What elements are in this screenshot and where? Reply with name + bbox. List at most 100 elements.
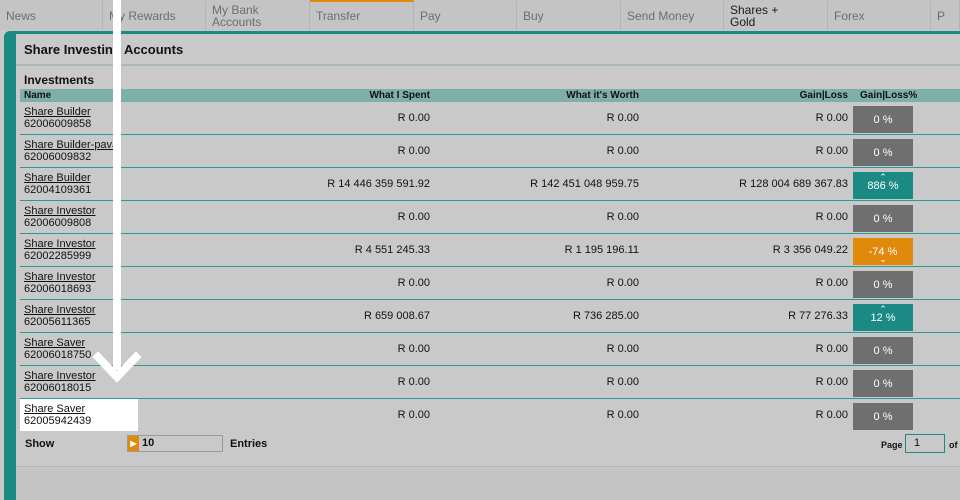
gain-pct-badge: 0 % [853,337,913,364]
gain-pct-badge: 0 % [853,403,913,430]
account-number: 62006009858 [24,118,92,130]
spent-value: R 0.00 [397,145,430,157]
account-name-link[interactable]: Share Saver [24,337,91,349]
spent-value: R 0.00 [397,211,430,223]
header-name: Name [24,90,52,101]
account-number: 62006009832 [24,151,92,163]
spent-value: R 14 446 359 591.92 [327,178,430,190]
spent-value: R 4 551 245.33 [354,244,430,256]
table-header: Name What I Spent What it's Worth Gain|L… [20,89,960,102]
account-cell: Share Builder 62004109361 [24,172,91,196]
account-number: 62006018750 [24,349,92,361]
table-row: Share Saver 62005942439 R 0.00 R 0.00 R 0.00… [20,399,960,432]
account-number: 62006009808 [24,217,92,229]
gain-pct-value: 0 % [873,410,893,423]
worth-value: R 0.00 [606,145,639,157]
chevron-up-icon: ⌃ [879,304,887,314]
account-cell: Share Investor 62002285999 [24,238,96,262]
page-label: Page [881,440,903,450]
account-number: 62005611365 [24,316,91,328]
account-name-link[interactable]: Share Builder-pava [24,139,118,151]
share-investing-panel: Share Investing Accounts Investments Nam… [16,31,960,500]
account-cell: Share Investor 62006018693 [24,271,96,295]
worth-value: R 0.00 [606,112,639,124]
entries-label: Entries [230,438,268,450]
account-cell: Share Investor 62005611365 [24,304,96,328]
account-cell: Share Saver 62005942439 [24,403,91,427]
nav-item-6[interactable]: Send Money [621,0,724,30]
gain-value: R 3 356 049.22 [772,244,848,256]
nav-item-1[interactable]: My Rewards [103,0,206,30]
header-worth: What it's Worth [566,90,639,101]
table-footer: Show ▶ 10 Entries Page 1 of [16,431,960,463]
account-cell: Share Saver 62006018750 [24,337,91,361]
gain-pct-badge: 0 % [853,271,913,298]
gain-pct-badge: 0 % [853,139,913,166]
header-gain-pct: Gain|Loss% [860,90,918,101]
nav-item-5[interactable]: Buy [517,0,621,30]
worth-value: R 142 451 048 959.75 [530,178,639,190]
gain-pct-value: 0 % [873,113,893,126]
nav-item-3[interactable]: Transfer [310,0,414,30]
worth-value: R 736 285.00 [572,310,639,322]
account-name-link[interactable]: Share Investor [24,370,96,382]
worth-value: R 0.00 [606,376,639,388]
chevron-down-icon: ⌄ [879,254,887,264]
gain-value: R 0.00 [815,112,848,124]
gain-pct-value: 0 % [873,146,893,159]
gain-value: R 77 276.33 [788,310,848,322]
header-spent: What I Spent [369,90,430,101]
spent-value: R 659 008.67 [363,310,430,322]
entries-select[interactable]: ▶ 10 [127,435,223,452]
investments-table: Name What I Spent What it's Worth Gain|L… [20,89,960,432]
nav-item-0[interactable]: News [0,0,103,30]
worth-value: R 0.00 [606,277,639,289]
account-name-link[interactable]: Share Investor [24,304,96,316]
top-nav: News My Rewards My Bank Accounts Transfer Pa… [0,0,960,30]
account-name-link[interactable]: Share Saver [24,403,91,415]
gain-pct-value: 0 % [873,377,893,390]
gain-value: R 0.00 [815,277,848,289]
gain-pct-badge: 0 % [853,205,913,232]
account-name-link[interactable]: Share Builder [24,106,91,118]
nav-item-9[interactable]: P [931,0,960,30]
table-body: Share Builder 62006009858 R 0.00 R 0.00 R 0.… [20,102,960,432]
gain-pct-value: 0 % [873,212,893,225]
account-cell: Share Builder 62006009858 [24,106,91,130]
chevron-up-icon: ⌃ [879,172,887,182]
table-row: Share Builder 62006009858 R 0.00 R 0.00 R 0.… [20,102,960,135]
worth-value: R 0.00 [606,211,639,223]
table-row: Share Builder-pava 62006009832 R 0.00 R 0.0… [20,135,960,168]
gain-value: R 0.00 [815,376,848,388]
nav-item-8[interactable]: Forex [828,0,931,30]
show-label: Show [25,438,55,450]
gain-pct-badge: ⌃ 886 % [853,172,913,199]
entries-value: 10 [142,437,155,449]
account-name-link[interactable]: Share Investor [24,271,96,283]
panel-title: Share Investing Accounts [24,42,184,57]
of-label: of [949,440,958,450]
account-name-link[interactable]: Share Builder [24,172,91,184]
table-row: Share Saver 62006018750 R 0.00 R 0.00 R 0.00… [20,333,960,366]
spent-value: R 0.00 [397,409,430,421]
account-name-link[interactable]: Share Investor [24,238,96,250]
worth-value: R 1 195 196.11 [564,244,639,256]
gain-value: R 0.00 [815,409,848,421]
spent-value: R 0.00 [397,376,430,388]
table-row: Share Investor 62002285999 R 4 551 245.33 R… [20,234,960,267]
nav-item-4[interactable]: Pay [414,0,517,30]
gain-pct-badge: ⌃ 12 % [853,304,913,331]
account-name-link[interactable]: Share Investor [24,205,96,217]
nav-item-7[interactable]: Shares + Gold [724,0,828,30]
nav-item-2[interactable]: My Bank Accounts [206,0,310,30]
account-number: 62006018693 [24,283,92,295]
gain-pct-value: 0 % [873,278,893,291]
table-row: Share Investor 62005611365 R 659 008.67 R 7… [20,300,960,333]
title-divider [16,64,960,66]
account-number: 62002285999 [24,250,92,262]
play-icon[interactable]: ▶ [128,436,139,451]
table-row: Share Investor 62006009808 R 0.00 R 0.00 R 0… [20,201,960,234]
gain-pct-badge: 0 % [853,370,913,397]
page-input[interactable]: 1 [905,434,945,453]
account-number: 62005942439 [24,415,92,427]
